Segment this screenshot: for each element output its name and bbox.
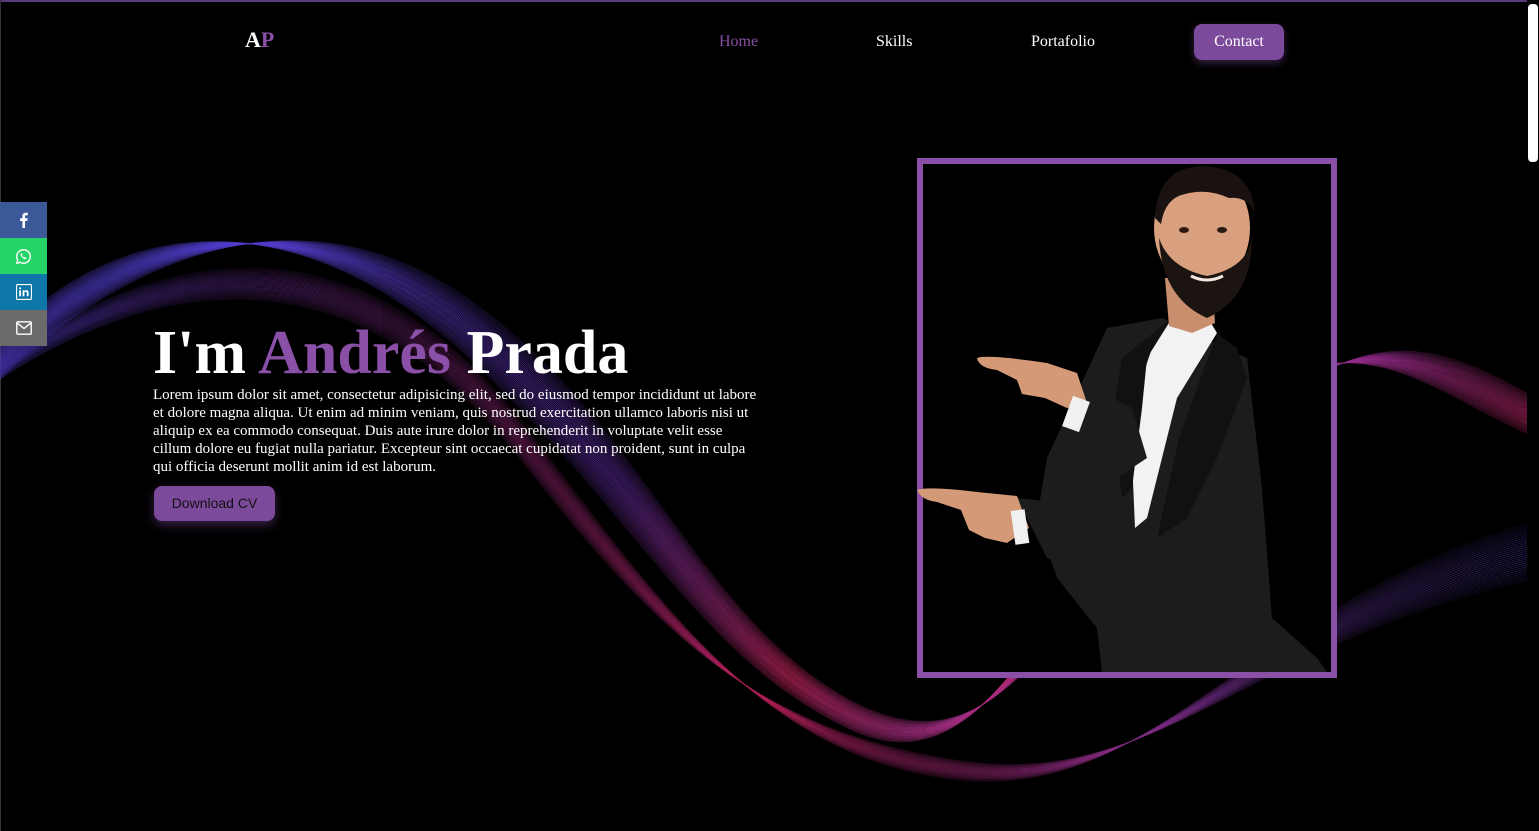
- contact-button[interactable]: Contact: [1194, 24, 1284, 60]
- logo-letter-a: A: [245, 27, 261, 52]
- linkedin-share-button[interactable]: [0, 274, 47, 310]
- hero-title-suffix: Prada: [451, 319, 629, 387]
- facebook-share-button[interactable]: [0, 202, 47, 238]
- nav-skills-link[interactable]: Skills: [876, 33, 912, 51]
- download-cv-button[interactable]: Download CV: [154, 486, 275, 521]
- hero-description: Lorem ipsum dolor sit amet, consectetur …: [153, 387, 757, 475]
- profile-photo: [917, 166, 1327, 672]
- facebook-icon: [19, 212, 28, 228]
- nav-portfolio-link[interactable]: Portafolio: [1031, 33, 1095, 51]
- left-border: [0, 0, 1, 831]
- hero-title: I'm Andrés Prada: [153, 318, 628, 388]
- whatsapp-share-button[interactable]: [0, 238, 47, 274]
- linkedin-icon: [15, 284, 32, 300]
- top-border: [0, 0, 1539, 2]
- email-share-button[interactable]: [0, 310, 47, 346]
- logo[interactable]: AP: [245, 27, 274, 53]
- mail-icon: [15, 321, 32, 335]
- logo-letter-p: P: [260, 27, 275, 52]
- page-scrollbar[interactable]: [1527, 0, 1539, 831]
- hero-title-prefix: I'm: [153, 319, 259, 387]
- nav-home-link[interactable]: Home: [719, 33, 758, 51]
- scrollbar-thumb[interactable]: [1528, 4, 1538, 162]
- hero-title-name: Andrés: [258, 319, 451, 387]
- whatsapp-icon: [15, 248, 31, 264]
